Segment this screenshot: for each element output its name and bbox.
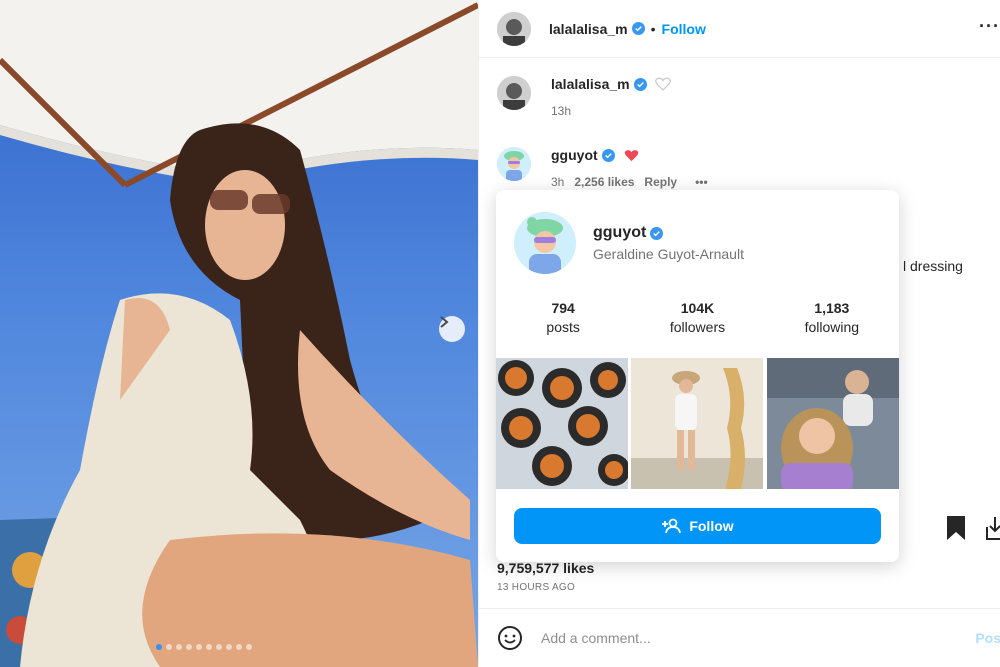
add-user-icon [662, 518, 682, 534]
posts-label: posts [546, 319, 580, 335]
follow-button[interactable]: Follow [662, 21, 706, 37]
profile-hover-card: gguyot Geraldine Guyot-Arnault 794 posts… [496, 190, 899, 562]
emoji-icon[interactable] [497, 625, 523, 651]
following-count: 1,183 [814, 300, 850, 316]
carousel-dot[interactable] [236, 644, 242, 650]
caption-time: 13h [551, 104, 572, 118]
followers-stat[interactable]: 104K followers [630, 300, 764, 335]
hover-card-follow-button[interactable]: Follow [514, 508, 881, 544]
post-timestamp: 13 HOURS AGO [497, 582, 576, 593]
carousel-dot[interactable] [226, 644, 232, 650]
hover-card-thumbnails [496, 358, 899, 489]
verified-badge-icon [650, 226, 664, 240]
photo-illustration [0, 0, 478, 667]
post-comment-button[interactable]: Pos [975, 630, 1000, 646]
heart-outline-icon[interactable] [654, 77, 671, 91]
hover-card-follow-label: Follow [689, 518, 734, 534]
caption-row: lalalalisa_m 13h [497, 76, 671, 118]
comment-row: gguyot 3h 2,256 likes Reply ••• [497, 147, 708, 189]
author-username[interactable]: lalalalisa_m [549, 21, 628, 37]
download-icon[interactable] [985, 515, 1000, 541]
verified-badge-icon [631, 22, 645, 35]
hover-card-stats: 794 posts 104K followers 1,183 following [496, 300, 899, 335]
posts-count: 794 [551, 300, 575, 316]
followers-count: 104K [680, 300, 715, 316]
reply-button[interactable]: Reply [644, 175, 677, 189]
followers-label: followers [669, 319, 726, 335]
post-header: lalalalisa_m • Follow ··· [479, 0, 1000, 58]
comment-text-partial: l dressing [903, 258, 963, 274]
commenter-username[interactable]: gguyot [551, 147, 598, 163]
caption-avatar[interactable] [497, 76, 531, 110]
posts-stat[interactable]: 794 posts [496, 300, 630, 335]
hover-card-full-name: Geraldine Guyot-Arnault [593, 246, 744, 262]
heart-emoji-icon [624, 149, 638, 161]
hover-card-username[interactable]: gguyot [593, 224, 646, 242]
carousel-dot[interactable] [176, 644, 182, 650]
carousel-dot[interactable] [196, 644, 202, 650]
thumbnail-mirror-selfie[interactable] [631, 358, 764, 489]
chevron-right-icon [440, 316, 449, 328]
carousel-dots [156, 644, 252, 650]
comment-bar: Pos [479, 608, 1000, 667]
author-avatar[interactable] [497, 11, 531, 46]
carousel-dot[interactable] [216, 644, 222, 650]
thumbnail-airplane-selfie[interactable] [766, 358, 899, 489]
carousel-dot[interactable] [156, 644, 162, 650]
thumbnail-sea-urchins[interactable] [496, 358, 628, 489]
comment-likes[interactable]: 2,256 likes [574, 175, 634, 189]
more-options-button[interactable]: ··· [979, 16, 1000, 37]
verified-badge-icon [601, 148, 615, 162]
caption-username[interactable]: lalalalisa_m [551, 76, 630, 92]
bookmark-icon[interactable] [945, 515, 967, 541]
comment-time: 3h [551, 175, 565, 189]
carousel-dot[interactable] [166, 644, 172, 650]
header-separator: • [650, 20, 656, 37]
hover-card-avatar[interactable] [514, 212, 576, 274]
post-photo[interactable] [0, 0, 478, 667]
comment-more-button[interactable]: ••• [695, 175, 708, 189]
likes-count[interactable]: 9,759,577 likes [497, 560, 594, 576]
carousel-dot[interactable] [246, 644, 252, 650]
commenter-avatar[interactable] [497, 147, 531, 181]
carousel-next-button[interactable] [439, 316, 465, 342]
following-label: following [804, 319, 860, 335]
comment-input[interactable] [541, 630, 941, 646]
carousel-dot[interactable] [206, 644, 212, 650]
carousel-dot[interactable] [186, 644, 192, 650]
following-stat[interactable]: 1,183 following [765, 300, 899, 335]
verified-badge-icon [633, 77, 647, 91]
